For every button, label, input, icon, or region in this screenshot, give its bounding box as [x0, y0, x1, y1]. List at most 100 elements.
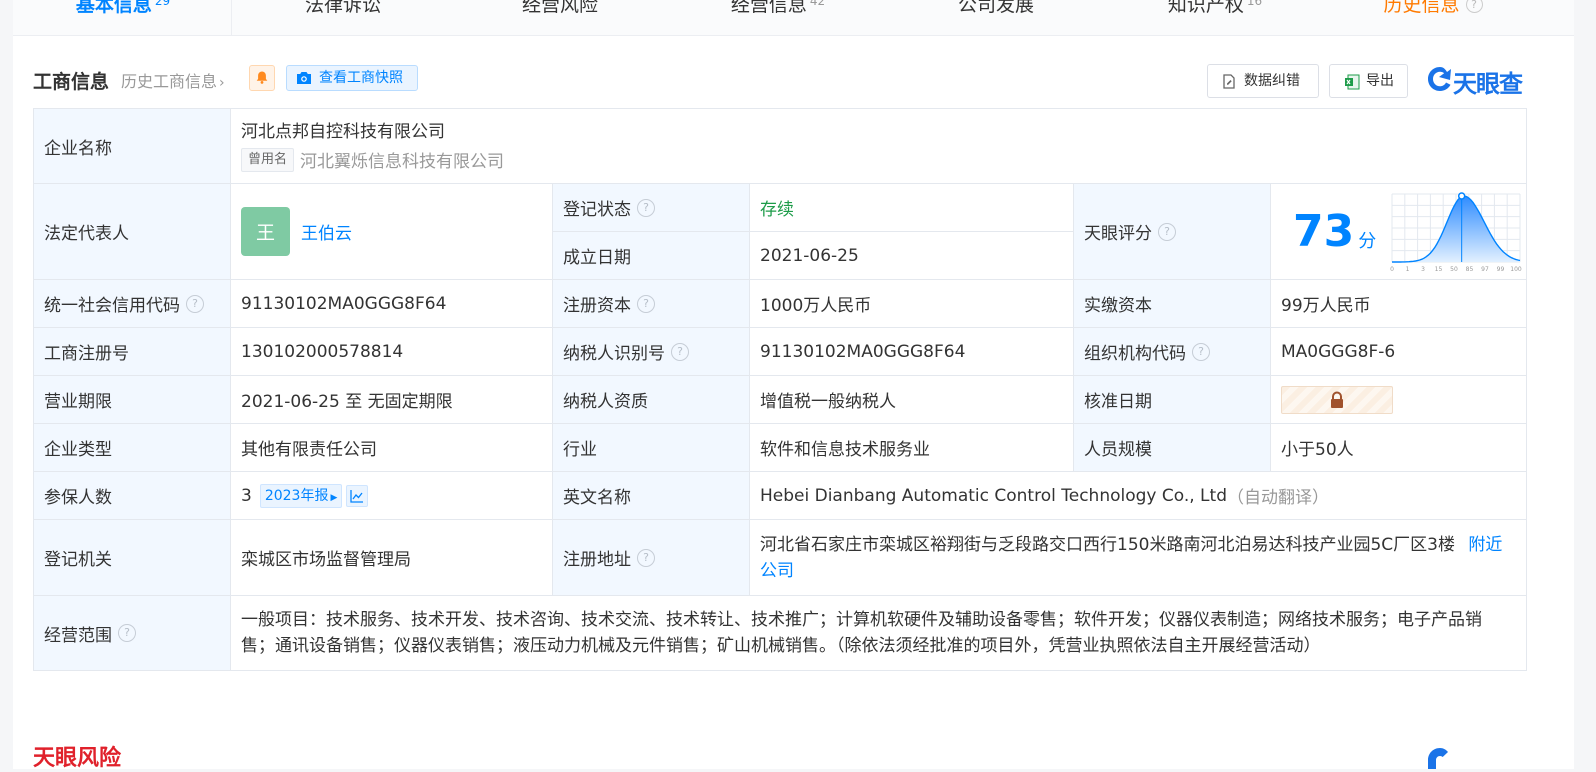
chart-tick-label: 100 [1511, 266, 1523, 273]
reg-no: 130102000578814 [231, 328, 553, 376]
snapshot-label: 查看工商快照 [319, 70, 403, 86]
legal-rep-label: 法定代表人 [34, 184, 231, 280]
chart-tick-label: 1 [1406, 266, 1410, 273]
monitor-bell-button[interactable] [249, 65, 275, 91]
data-correction-button[interactable]: 数据纠错 [1207, 64, 1319, 98]
tax-id-label: 纳税人识别号? [553, 328, 750, 376]
reg-status-label: 登记状态? [553, 184, 750, 232]
view-snapshot-button[interactable]: 查看工商快照 [286, 65, 418, 91]
tab-label: 历史信息 [1383, 0, 1460, 16]
type-label: 企业类型 [34, 424, 231, 472]
locked-value[interactable] [1281, 385, 1393, 414]
chart-tick-label: 99 [1497, 266, 1505, 273]
scope-label-text: 经营范围 [44, 625, 112, 646]
section-title: 工商信息 [33, 71, 110, 93]
company-type: 其他有限责任公司 [231, 424, 553, 472]
tab-ip[interactable]: 知识产权 16 [1105, 0, 1325, 17]
annual-report-tag[interactable]: 2023年报 ▶ [259, 483, 343, 508]
address-label: 注册地址? [553, 520, 750, 596]
credit-code: 91130102MA0GGG8F64 [231, 280, 553, 328]
line-chart-icon [350, 489, 364, 503]
legal-rep-cell: 王 王伯云 [231, 184, 553, 280]
insured-label: 参保人数 [34, 472, 231, 520]
insured-count: 3 [241, 485, 252, 506]
tab-label: 法律诉讼 [304, 0, 381, 16]
business-info-table: 企业名称 河北点邦自控科技有限公司 曾用名 河北翼烁信息科技有限公司 法定代表人… [33, 108, 1527, 671]
term-label: 营业期限 [34, 376, 231, 424]
help-icon[interactable]: ? [1158, 222, 1176, 241]
history-link-label: 历史工商信息 [121, 72, 218, 91]
tab-count: 29 [154, 0, 171, 8]
bell-icon [256, 71, 268, 84]
tab-count: 42 [809, 0, 826, 8]
company-name-cell: 河北点邦自控科技有限公司 曾用名 河北翼烁信息科技有限公司 [231, 109, 1527, 184]
legal-rep-link[interactable]: 王伯云 [301, 219, 352, 244]
paid-capital-label: 实缴资本 [1074, 280, 1271, 328]
tab-history[interactable]: 历史信息? [1323, 0, 1543, 17]
excel-icon [1345, 74, 1360, 90]
score-cell[interactable]: 73 分 0 1 3 15 50 85 97 99 100 [1271, 184, 1527, 280]
tab-legal[interactable]: 法律诉讼 [233, 0, 453, 17]
help-icon[interactable]: ? [186, 294, 204, 313]
chevron-right-icon: › [219, 75, 225, 91]
company-name-label: 企业名称 [34, 109, 231, 184]
company-info-panel: 基本信息 29 法律诉讼 经营风险 经营信息 42 公司发展 知识产权 16 历史信息… [13, 0, 1574, 771]
score-value: 73 [1293, 205, 1355, 257]
score-unit: 分 [1358, 230, 1377, 252]
trend-chart-button[interactable] [346, 484, 369, 507]
term: 2021-06-25 至 无固定期限 [231, 376, 553, 424]
caret-right-icon: ▶ [330, 492, 338, 503]
chart-tick-label: 50 [1450, 266, 1458, 273]
document-edit-icon [1223, 74, 1235, 89]
camera-icon [297, 72, 311, 84]
help-icon[interactable]: ? [637, 294, 655, 313]
company-name: 河北点邦自控科技有限公司 [241, 122, 445, 142]
tax-id-label-text: 纳税人识别号 [563, 344, 665, 364]
tab-operation[interactable]: 经营信息 42 [668, 0, 888, 17]
export-button[interactable]: 导出 [1329, 64, 1408, 98]
industry-label: 行业 [553, 424, 750, 472]
scope-cell: 一般项目：技术服务、技术开发、技术咨询、技术交流、技术转让、技术推广；计算机软硬… [231, 596, 1527, 671]
approve-date-cell [1271, 376, 1527, 424]
tab-label: 公司发展 [957, 0, 1034, 16]
chart-tick-label: 3 [1421, 266, 1425, 273]
tab-basic-info[interactable]: 基本信息 29 [13, 0, 233, 17]
history-info-link[interactable]: 历史工商信息 › [121, 68, 225, 92]
score-label: 天眼评分? [1074, 184, 1271, 280]
help-icon[interactable]: ? [1192, 342, 1210, 361]
tab-label: 经营风险 [521, 0, 598, 16]
credit-code-label-text: 统一社会信用代码 [44, 296, 180, 316]
former-name: 河北翼烁信息科技有限公司 [300, 152, 505, 172]
tab-count: 16 [1246, 0, 1263, 8]
org-code-label-text: 组织机构代码 [1084, 344, 1186, 364]
tab-label: 经营信息 [730, 0, 807, 16]
found-date: 2021-06-25 [750, 232, 1074, 280]
authority-label: 登记机关 [34, 520, 231, 596]
chart-tick-label: 97 [1481, 266, 1489, 273]
tab-development[interactable]: 公司发展 [886, 0, 1106, 17]
org-code-label: 组织机构代码? [1074, 328, 1271, 376]
help-icon: ? [1465, 0, 1483, 13]
help-icon[interactable]: ? [118, 624, 136, 642]
reg-status-label-text: 登记状态 [563, 200, 631, 220]
lock-icon [1331, 391, 1343, 408]
address-label-text: 注册地址 [563, 550, 631, 570]
tianyancha-logo-icon [1428, 67, 1451, 91]
brand-name: 天眼查 [1453, 70, 1523, 98]
chart-tick-label: 15 [1435, 266, 1443, 273]
help-icon[interactable]: ? [637, 548, 655, 567]
staff-size: 小于50人 [1271, 424, 1527, 472]
authority: 栾城区市场监督管理局 [231, 520, 553, 596]
tab-risk[interactable]: 经营风险 [450, 0, 670, 17]
export-label: 导出 [1366, 73, 1394, 89]
avatar[interactable]: 王 [241, 207, 290, 256]
help-icon[interactable]: ? [671, 342, 689, 361]
reg-capital-label: 注册资本? [553, 280, 750, 328]
found-date-label: 成立日期 [553, 232, 750, 280]
tax-qual: 增值税一般纳税人 [750, 376, 1074, 424]
reg-status-cell: 存续 [750, 184, 1074, 232]
chart-tick-label: 0 [1390, 266, 1394, 273]
scope-label: 经营范围? [34, 596, 231, 671]
auto-translate-note: （自动翻译） [1227, 488, 1329, 508]
help-icon[interactable]: ? [637, 198, 655, 217]
